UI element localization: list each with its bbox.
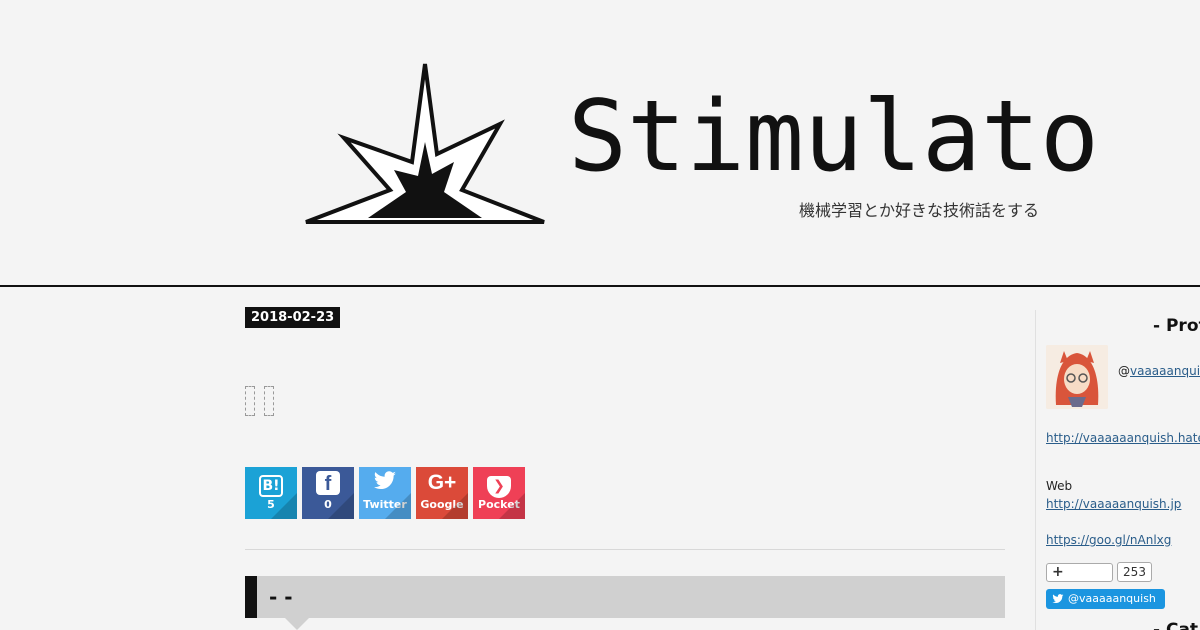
twitter-follow-button[interactable]: @vaaaaanquish (1046, 589, 1165, 609)
web-link[interactable]: http://vaaaaanquish.jp (1046, 497, 1181, 511)
twitter-share-button[interactable]: Twitter (359, 467, 411, 519)
missing-glyph-box (264, 386, 274, 416)
avatar[interactable] (1046, 345, 1108, 409)
google-plus-share-button[interactable]: G+ Google (416, 467, 468, 519)
facebook-share-button[interactable]: f 0 (302, 467, 354, 519)
handle-prefix: @ (1118, 364, 1130, 378)
pocket-share-button[interactable]: ❯ Pocket (473, 467, 525, 519)
explosion-logo-icon[interactable] (304, 62, 546, 226)
site-title[interactable]: Stimulato (568, 88, 1099, 186)
site-header: Stimulato 機械学習とか好きな技術話をする (0, 0, 1200, 287)
hatena-subscriber-count[interactable]: 253 (1117, 562, 1152, 582)
fold-decoration (271, 493, 297, 519)
share-buttons: B! 5 f 0 Twitter G+ Google ❯ Pocket (245, 467, 525, 519)
plus-icon: + (1052, 564, 1064, 580)
short-link[interactable]: https://goo.gl/nAnlxg (1046, 533, 1171, 547)
fold-decoration (499, 493, 525, 519)
site-description: 機械学習とか好きな技術話をする (799, 201, 1040, 220)
facebook-icon: f (316, 471, 340, 495)
entry-date[interactable]: 2018-02-23 (245, 307, 341, 328)
twitter-follow-label: @vaaaaanquish (1068, 592, 1156, 605)
divider (245, 549, 1005, 550)
sidebar: - Prof @vaaaaanquis http://vaaaaaanquish… (1035, 310, 1200, 630)
profile-handle-link[interactable]: vaaaaanquis (1130, 364, 1200, 378)
profile-handle: @vaaaaanquis (1118, 364, 1200, 378)
google-plus-icon: G+ (427, 471, 457, 494)
fold-decoration (328, 493, 354, 519)
blog-link[interactable]: http://vaaaaaanquish.hate (1046, 431, 1200, 445)
twitter-bird-icon (1052, 589, 1064, 610)
section-heading: - - (245, 576, 1005, 618)
profile-title: - Prof (1153, 316, 1200, 336)
category-title: - Cat (1153, 620, 1199, 630)
hatena-bookmark-button[interactable]: B! 5 (245, 467, 297, 519)
hatena-add-button[interactable]: + (1046, 563, 1113, 582)
fold-decoration (385, 493, 411, 519)
missing-glyph-box (245, 386, 255, 416)
heading-arrow-decoration (285, 618, 309, 630)
web-label: Web (1046, 479, 1073, 493)
fold-decoration (442, 493, 468, 519)
